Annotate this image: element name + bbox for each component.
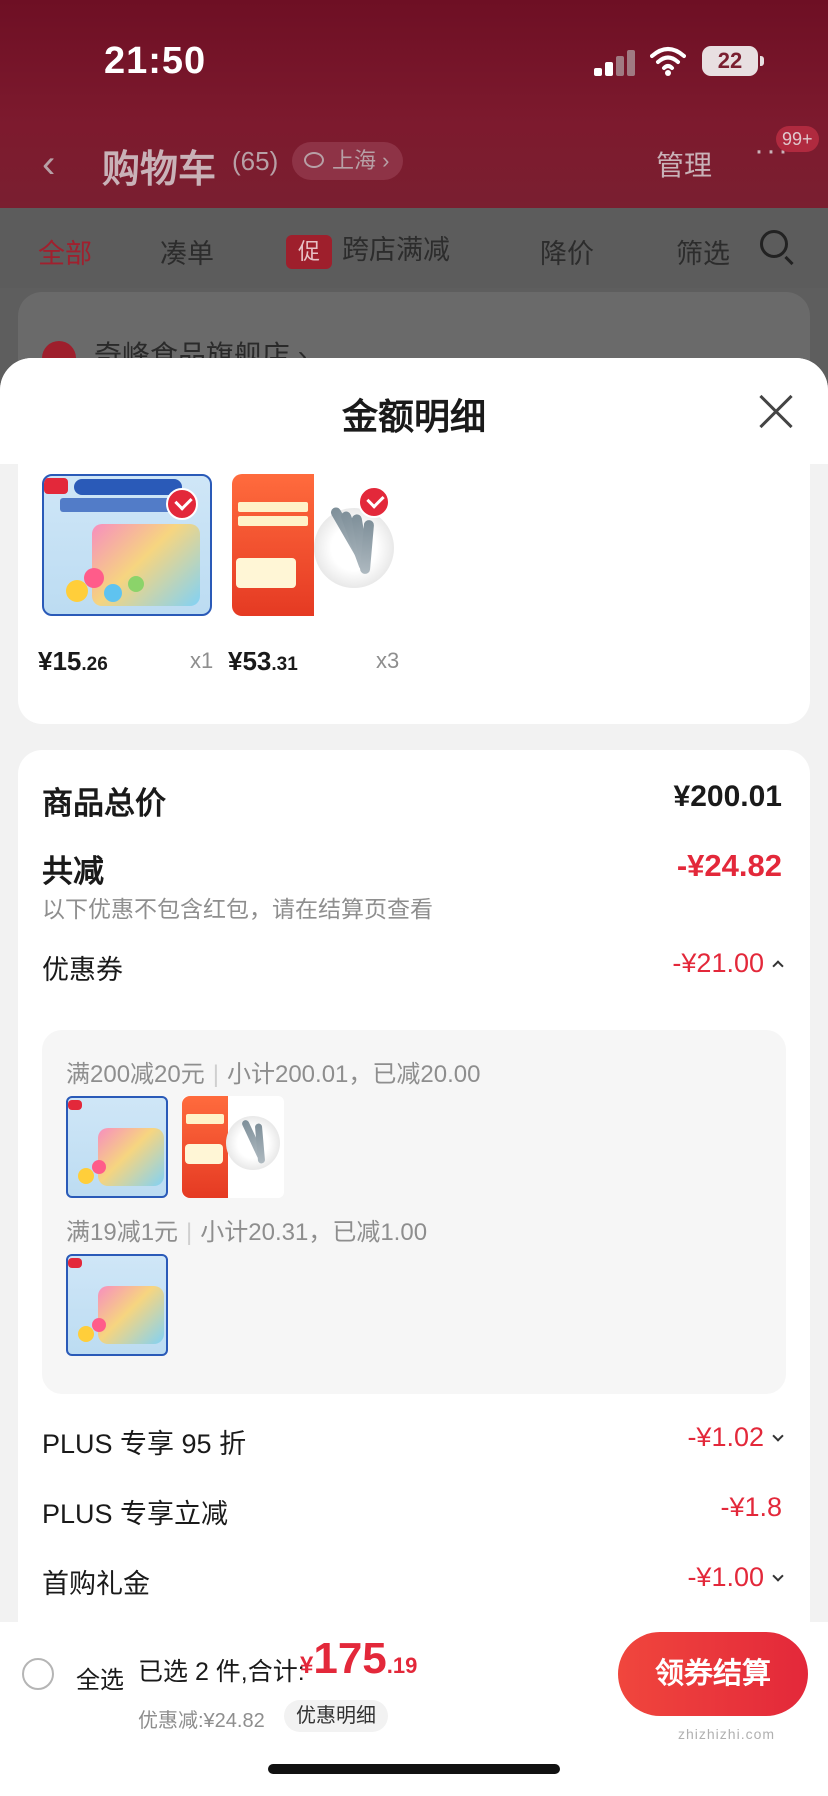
tab-price-drop[interactable]: 降价 — [540, 232, 594, 271]
product-checked-icon[interactable] — [358, 486, 390, 518]
home-indicator[interactable] — [268, 1764, 560, 1774]
status-time: 21:50 — [104, 40, 207, 82]
total-reduce-value: -¥24.82 — [676, 848, 782, 883]
total-reduce-label: 共减 — [42, 854, 104, 889]
chevron-down-icon — [772, 1430, 784, 1442]
checkout-bar: 全选 已选 2 件,合计: ¥175.19 优惠减:¥24.82 优惠明细 领券… — [0, 1622, 828, 1796]
location-chip[interactable]: 上海 › — [292, 142, 404, 180]
filter-tabs: 全部 凑单 促跨店满减 降价 筛选 — [0, 208, 828, 288]
plus-discount-toggle[interactable]: -¥1.02 — [687, 1422, 784, 1453]
plus-discount-label: PLUS 专享 95 折 — [42, 1429, 247, 1459]
product-item[interactable] — [232, 474, 402, 616]
tab-cross-store-label: 跨店满减 — [342, 235, 450, 265]
product-price: ¥53.31 — [228, 646, 298, 676]
chevron-up-icon — [772, 960, 784, 972]
candy-product-image — [42, 474, 212, 616]
coupon-product-thumb — [66, 1254, 168, 1356]
close-icon[interactable] — [756, 392, 796, 432]
location-label: 上海 — [332, 148, 377, 173]
coupon-detail-box: 满200减20元 | 小计200.01，已减20.00 满19减1元 | 小计20.31… — [42, 1030, 786, 1394]
manage-button[interactable]: 管理 — [656, 144, 712, 184]
chevron-down-icon — [772, 1570, 784, 1582]
select-all-label[interactable]: 全选 — [76, 1660, 124, 1695]
tab-all[interactable]: 全部 — [38, 232, 92, 271]
product-checked-icon[interactable] — [166, 488, 198, 520]
cellular-signal-icon — [594, 50, 638, 76]
battery-icon: 22 — [702, 46, 764, 76]
coupon-group-rule: 满200减20元 | 小计200.01，已减20.00 — [66, 1061, 481, 1088]
discount-detail-button[interactable]: 优惠明细 — [284, 1700, 388, 1732]
coupon-value: -¥21.00 — [672, 948, 764, 978]
product-qty: x3 — [376, 648, 400, 673]
discount-amount: 优惠减:¥24.82 — [138, 1710, 265, 1732]
wifi-icon — [650, 47, 686, 76]
first-buy-label: 首购礼金 — [42, 1569, 150, 1599]
tab-cross-store[interactable]: 促跨店满减 — [286, 228, 450, 269]
search-icon[interactable] — [760, 230, 788, 258]
tab-coudan[interactable]: 凑单 — [160, 232, 214, 271]
shrimp-product-image — [232, 474, 402, 616]
select-all-checkbox[interactable] — [22, 1658, 54, 1690]
plus-discount-value: -¥1.02 — [687, 1422, 764, 1452]
eye-icon — [304, 152, 324, 168]
product-qty: x1 — [190, 648, 214, 673]
total-price-label: 商品总价 — [42, 786, 166, 821]
back-icon[interactable]: ‹ — [42, 142, 55, 187]
cart-title: 购物车 — [102, 149, 217, 191]
coupon-group-rule: 满19减1元 | 小计20.31，已减1.00 — [66, 1219, 428, 1246]
checkout-button[interactable]: 领券结算 — [618, 1632, 808, 1716]
selected-total: ¥175.19 — [300, 1634, 418, 1683]
coupon-product-thumb — [182, 1096, 284, 1198]
coupon-label: 优惠券 — [42, 955, 123, 985]
background-nav: ‹ 购物车 (65) 上海 › 管理 ··· 99+ — [0, 126, 828, 191]
selected-products: ¥15.26 x1 ¥53.31 x3 — [18, 464, 810, 724]
price-summary: 商品总价 ¥200.01 共减 -¥24.82 以下优惠不包含红包，请在结算页查… — [18, 750, 810, 1760]
reduce-note: 以下优惠不包含红包，请在结算页查看 — [42, 896, 433, 922]
watermark: zhizhizhi.com — [678, 1726, 776, 1742]
message-badge: 99+ — [776, 126, 819, 152]
first-buy-toggle[interactable]: -¥1.00 — [687, 1562, 784, 1593]
plus-reduce-value: -¥1.8 — [720, 1492, 782, 1522]
status-bar: 21:50 22 — [0, 0, 828, 120]
sheet-title: 金额明细 — [341, 396, 486, 437]
first-buy-value: -¥1.00 — [687, 1562, 764, 1592]
product-item[interactable] — [42, 474, 212, 616]
promo-icon: 促 — [286, 234, 332, 269]
sheet-header: 金额明细 — [0, 358, 828, 464]
coupon-row-toggle[interactable]: -¥21.00 — [672, 948, 784, 979]
selected-summary: 已选 2 件,合计: — [138, 1658, 305, 1686]
coupon-product-thumb — [66, 1096, 168, 1198]
tab-filter[interactable]: 筛选 — [676, 232, 730, 271]
amount-detail-sheet: 金额明细 ¥15.26 x1 ¥53.31 x3 商品总价 ¥200.01 共减… — [0, 358, 828, 1796]
cart-count: (65) — [232, 146, 279, 176]
product-price: ¥15.26 — [38, 646, 108, 676]
total-price-value: ¥200.01 — [673, 780, 782, 813]
plus-reduce-label: PLUS 专享立减 — [42, 1499, 229, 1529]
